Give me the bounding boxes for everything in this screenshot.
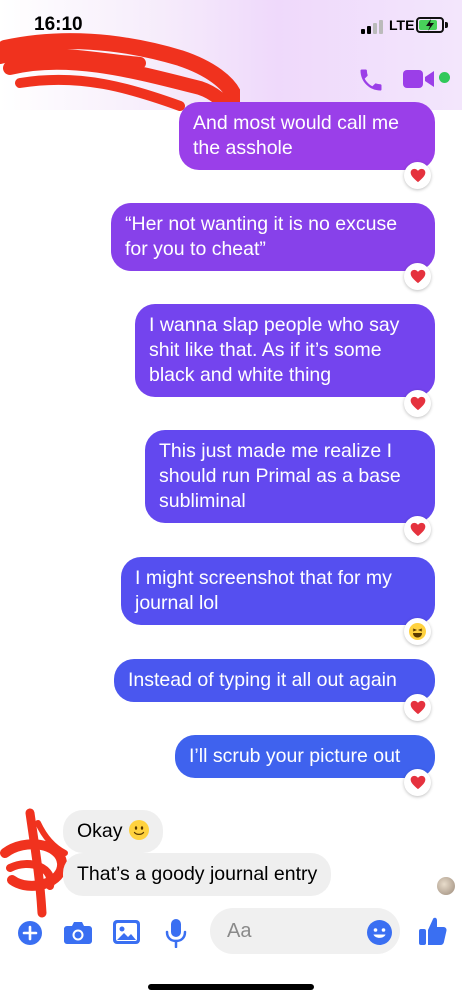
heart-reaction-icon[interactable] bbox=[404, 162, 431, 189]
heart-reaction-icon[interactable] bbox=[404, 263, 431, 290]
battery-icon bbox=[416, 17, 444, 33]
message-input-placeholder: Aa bbox=[227, 920, 252, 942]
message-bubble-incoming[interactable]: Okay bbox=[63, 810, 163, 853]
message-bubble-outgoing[interactable]: I wanna slap people who say shit like th… bbox=[135, 304, 435, 397]
plus-icon[interactable] bbox=[18, 921, 42, 950]
message-text: Okay bbox=[77, 820, 123, 842]
read-receipt-avatar bbox=[437, 877, 455, 895]
active-status-dot bbox=[439, 72, 450, 83]
signal-icon bbox=[361, 20, 385, 34]
microphone-icon[interactable] bbox=[165, 918, 187, 953]
emoji-icon[interactable] bbox=[367, 920, 392, 950]
network-label: LTE bbox=[389, 17, 415, 33]
phone-icon[interactable] bbox=[357, 66, 385, 94]
message-bubble-outgoing[interactable]: This just made me realize I should run P… bbox=[145, 430, 435, 523]
laughing-reaction-icon[interactable] bbox=[404, 618, 431, 645]
message-bubble-incoming[interactable]: That’s a goody journal entry bbox=[63, 853, 332, 896]
heart-reaction-icon[interactable] bbox=[404, 390, 431, 417]
photo-icon[interactable] bbox=[113, 920, 140, 949]
heart-reaction-icon[interactable] bbox=[404, 516, 431, 543]
message-bubble-outgoing[interactable]: And most would call me the asshole bbox=[179, 102, 435, 170]
message-bubble-outgoing[interactable]: “Her not wanting it is no excuse for you… bbox=[111, 203, 435, 271]
video-camera-icon[interactable] bbox=[403, 67, 435, 91]
camera-icon[interactable] bbox=[64, 920, 92, 949]
thumbs-up-icon[interactable] bbox=[419, 916, 447, 951]
message-bubble-outgoing[interactable]: Instead of typing it all out again bbox=[114, 659, 435, 702]
slightly-smiling-face-icon bbox=[128, 820, 149, 840]
message-bubble-outgoing[interactable]: I’ll scrub your picture out bbox=[175, 735, 435, 778]
home-indicator bbox=[148, 984, 314, 990]
heart-reaction-icon[interactable] bbox=[404, 694, 431, 721]
heart-reaction-icon[interactable] bbox=[404, 769, 431, 796]
message-bubble-outgoing[interactable]: I might screenshot that for my journal l… bbox=[121, 557, 435, 625]
